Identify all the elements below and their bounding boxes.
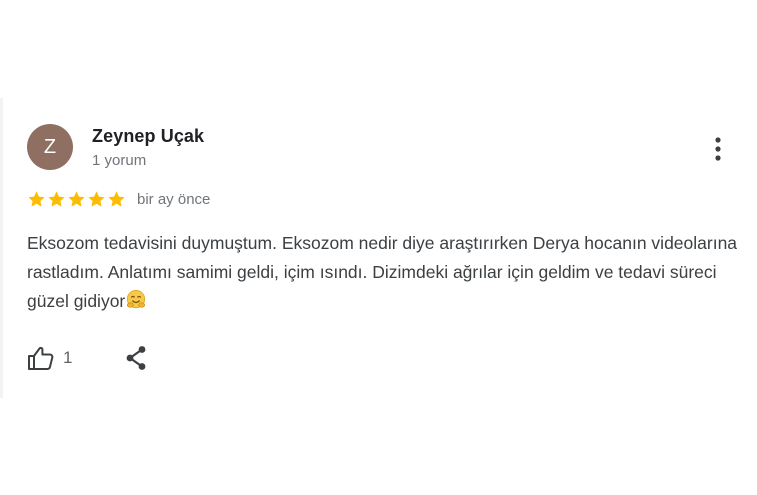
avatar-initial: Z	[43, 135, 57, 158]
rating-row: bir ay önce	[27, 188, 210, 210]
star-icon	[108, 190, 125, 207]
more-vert-icon	[715, 137, 721, 161]
author-name[interactable]: Zeynep Uçak	[92, 126, 204, 147]
share-icon	[126, 346, 146, 370]
review-date: bir ay önce	[137, 190, 211, 208]
like-count: 1	[63, 348, 73, 367]
star-icon	[68, 190, 85, 207]
star-icon	[88, 190, 105, 207]
review-text-container: Eksozom tedavisini duymuştum. Eksozom ne…	[27, 229, 747, 316]
avatar[interactable]: Z	[27, 124, 73, 170]
star-rating	[27, 190, 126, 209]
like-button[interactable]: 1	[27, 343, 72, 373]
thumbs-up-icon	[28, 346, 54, 370]
page: Z Zeynep Uçak 1 yorum bir ay önce Eksozo…	[0, 0, 757, 495]
hugging-face-emoji	[127, 290, 146, 309]
star-icon	[28, 190, 45, 207]
share-button[interactable]	[121, 343, 151, 373]
star-icon	[48, 190, 65, 207]
more-options-button[interactable]	[703, 134, 733, 164]
review-card: Z Zeynep Uçak 1 yorum bir ay önce Eksozo…	[0, 98, 757, 398]
author-review-count[interactable]: 1 yorum	[92, 152, 146, 169]
